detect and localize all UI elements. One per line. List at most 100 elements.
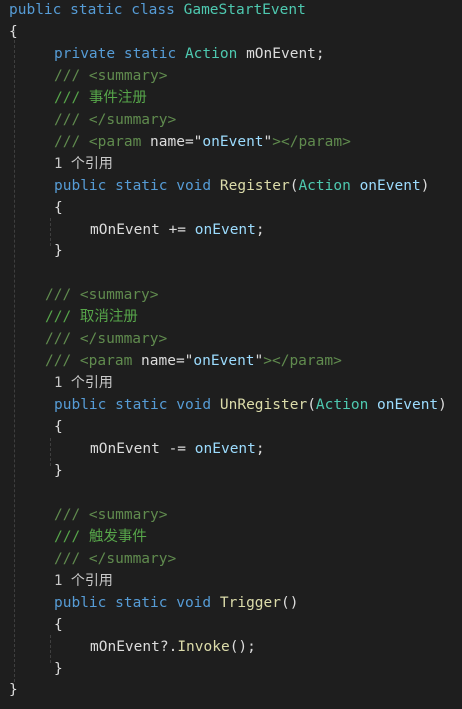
code-token: } [54,243,63,260]
code-token: ; [255,221,265,238]
code-line: { [54,614,63,636]
code-token: /// [45,287,80,304]
code-token: /// 取消注册 [45,309,138,326]
code-token: GameStartEvent [183,2,306,18]
code-token: onEvent [377,397,439,414]
code-token: mOnEvent?. [90,638,178,655]
code-editor[interactable]: public static class GameStartEvent { priva… [0,0,462,709]
code-token: } [54,462,63,479]
code-token: Action [315,397,369,414]
code-token: public static void [54,594,220,611]
code-line: /// <summary> [45,284,159,306]
code-token: onEvent [359,177,421,194]
code-token: += [168,221,187,238]
code-token: } [54,660,63,677]
code-token: (); [229,638,256,655]
code-token: /// [54,506,89,523]
code-token: /// [54,133,89,150]
reference-count-lens[interactable]: 1 个引用 [54,570,113,592]
code-line: { [9,21,18,43]
code-token: onEvent [202,133,264,150]
code-token: </summary> [79,331,168,348]
code-line: public static void UnRegister(Action onE… [54,394,447,416]
code-token: /// [54,67,89,84]
code-token: mOnEvent [90,441,169,457]
code-token: /// 事件注册 [54,89,147,106]
code-token: Trigger [219,594,281,611]
code-token: ( [307,397,316,414]
code-line: mOnEvent -= onEvent; [90,438,265,460]
code-token: UnRegister [219,397,308,414]
code-line: { [54,197,63,219]
code-token: ) [420,177,430,194]
code-token: <summary> [88,506,168,523]
code-token: ></param> [272,133,351,150]
indent-guide-unregister [50,438,51,466]
code-line: public static class GameStartEvent [9,0,306,21]
code-token: /// [54,550,89,567]
code-token: mOnEvent [90,221,169,238]
code-token: -= [168,441,187,457]
code-token: Action [298,177,351,194]
code-token: /// [45,353,80,370]
code-line: /// </summary> [54,548,176,570]
code-token: 1 个引用 [54,572,113,589]
code-token: </summary> [88,550,177,567]
code-line: /// </summary> [45,328,167,350]
code-token: ></param> [263,353,342,370]
code-token: public static void [54,177,220,194]
code-line: /// <param name="onEvent"></param> [54,131,351,153]
code-line: /// 触发事件 [54,526,147,548]
code-token: /// [45,331,80,348]
code-token: /// 触发事件 [54,528,147,545]
code-token: public static void [54,397,220,414]
code-token: { [9,23,18,40]
code-token: " [263,133,273,150]
code-line: mOnEvent += onEvent; [90,219,265,241]
code-line: public static void Trigger() [54,592,298,614]
code-token: <summary> [88,67,168,84]
code-line: /// 事件注册 [54,87,147,109]
code-token: onEvent [193,353,255,370]
code-line: /// <summary> [54,504,168,526]
code-token: " [254,353,264,370]
code-token: ) [438,397,447,414]
code-token: 1 个引用 [54,375,113,392]
code-token: ; [255,441,265,457]
code-token: <param [79,353,142,370]
reference-count-lens[interactable]: 1 个引用 [54,372,113,394]
code-line: } [54,240,63,262]
code-token: private static [54,45,185,62]
code-line: /// 取消注册 [45,306,138,328]
code-token: mOnEvent; [237,45,325,62]
code-token: </summary> [88,111,177,128]
code-line: { [54,416,63,438]
code-token: name=" [141,353,194,370]
code-line: public static void Register(Action onEve… [54,175,429,197]
code-line: mOnEvent?.Invoke(); [90,636,256,658]
code-line: /// <summary> [54,65,168,87]
code-line: /// </summary> [54,109,176,131]
code-line: } [54,460,63,482]
code-token: Register [219,177,290,194]
code-token: 1 个引用 [54,155,113,172]
indent-guide-trigger [50,635,51,663]
code-token: Action [184,45,238,62]
code-token: { [54,419,63,436]
code-token: Invoke [177,638,230,655]
code-token: name=" [150,133,203,150]
code-line: } [54,658,63,680]
code-token: { [54,616,63,633]
code-token: <param [88,133,151,150]
code-token: /// [54,111,89,128]
reference-count-lens[interactable]: 1 个引用 [54,153,113,175]
code-token: public static class [9,2,184,18]
indent-guide-register [50,218,51,246]
code-token: onEvent [194,441,256,457]
code-token: <summary> [79,287,159,304]
code-line: private static Action mOnEvent; [54,43,325,65]
